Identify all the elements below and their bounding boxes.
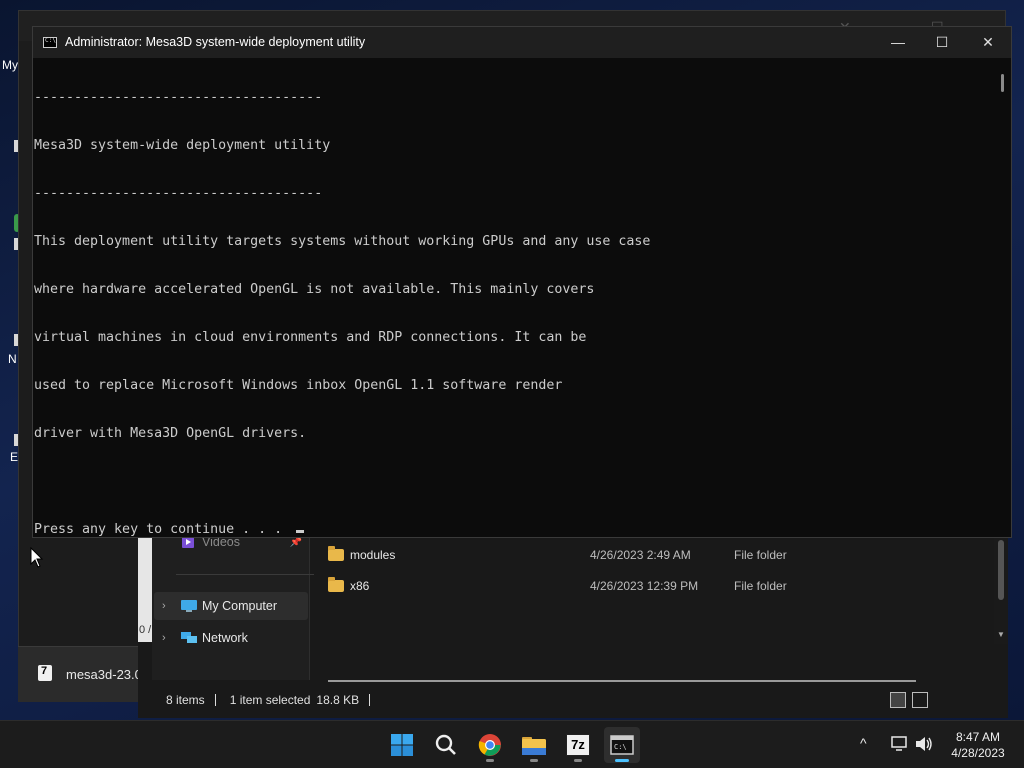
desktop-icon-label-fragment[interactable]: N: [8, 352, 17, 366]
clock-time: 8:47 AM: [955, 730, 1001, 744]
show-hidden-icons-chevron-icon[interactable]: ^: [860, 735, 867, 751]
terminal-icon: C:\: [610, 735, 634, 755]
7zip-label: 7z: [571, 737, 585, 752]
clock[interactable]: 8:47 AM 4/28/2023: [944, 729, 1012, 761]
running-indicator: [530, 759, 538, 762]
7zip-file-icon: [38, 665, 52, 681]
selection-size: 18.8 KB: [316, 693, 360, 707]
large-icons-view-button[interactable]: [912, 692, 928, 708]
file-explorer-taskbar-button[interactable]: [516, 727, 552, 763]
details-view-button[interactable]: [890, 692, 906, 708]
terminal-line: where hardware accelerated OpenGL is not…: [34, 282, 595, 297]
cmd-icon[interactable]: [43, 37, 57, 48]
desktop-icon-label-fragment[interactable]: My: [2, 58, 18, 72]
nav-item-label: Network: [202, 631, 248, 645]
scroll-down-arrow-icon[interactable]: ▼: [997, 630, 1005, 639]
search-icon: [435, 734, 456, 755]
terminal-line: This deployment utility targets systems …: [34, 234, 651, 249]
terminal-line: ------------------------------------: [34, 186, 323, 201]
running-indicator: [486, 759, 494, 762]
terminal-prompt: Press any key to continue . . .: [34, 522, 291, 537]
mouse-pointer-icon: [30, 547, 44, 568]
start-button[interactable]: [384, 727, 420, 763]
vertical-scrollbar[interactable]: ▼: [994, 530, 1008, 644]
console-window[interactable]: Administrator: Mesa3D system-wide deploy…: [32, 26, 1012, 538]
terminal-line: used to replace Microsoft Windows inbox …: [34, 378, 563, 393]
svg-text:C:\: C:\: [614, 743, 627, 751]
minimize-button[interactable]: —: [875, 27, 921, 58]
search-button[interactable]: [428, 727, 464, 763]
terminal-output[interactable]: ------------------------------------ Mes…: [34, 58, 992, 538]
network-icon: [181, 632, 197, 643]
file-date: 4/26/2023 12:39 PM: [590, 579, 699, 593]
explorer-status-bar: 8 items 1 item selected 18.8 KB: [152, 688, 938, 712]
maximize-button[interactable]: ☐: [919, 27, 965, 58]
terminal-line: driver with Mesa3D OpenGL drivers.: [34, 426, 307, 441]
7zip-icon: 7z: [566, 734, 590, 756]
status-divider: [369, 694, 371, 706]
terminal-line: ------------------------------------: [34, 90, 323, 105]
horizontal-scrollbar[interactable]: [328, 680, 916, 682]
file-name: x86: [350, 579, 370, 593]
windows-start-icon: [391, 734, 413, 756]
nav-item-label: My Computer: [202, 599, 278, 613]
window-title: Administrator: Mesa3D system-wide deploy…: [65, 35, 366, 49]
chrome-icon: [478, 734, 501, 756]
file-type: File folder: [734, 579, 787, 593]
active-indicator: [615, 759, 629, 762]
computer-icon: [181, 600, 197, 612]
terminal-line: Mesa3D system-wide deployment utility: [34, 138, 331, 153]
text-cursor: [296, 530, 305, 533]
nav-item-my-computer[interactable]: › My Computer: [154, 592, 308, 620]
network-status-icon[interactable]: [890, 735, 910, 753]
nav-divider: [176, 574, 314, 575]
console-titlebar[interactable]: Administrator: Mesa3D system-wide deploy…: [33, 27, 1011, 58]
desktop-icon-label-fragment[interactable]: E: [10, 450, 18, 464]
terminal-line: virtual machines in cloud environments a…: [34, 330, 587, 345]
close-button[interactable]: ✕: [965, 27, 1011, 58]
details-strip-text: 0 /: [139, 624, 152, 636]
terminal-prompt-line: Press any key to continue . . .: [34, 522, 992, 538]
status-divider: [214, 694, 216, 706]
folder-icon: [522, 737, 546, 755]
chrome-taskbar-button[interactable]: [472, 727, 508, 763]
chevron-right-icon[interactable]: ›: [162, 600, 178, 612]
chevron-right-icon[interactable]: ›: [162, 632, 178, 644]
7zip-taskbar-button[interactable]: 7z: [560, 727, 596, 763]
taskbar: 7z C:\ ^ 8:47 AM 4/28/2023: [0, 720, 1024, 768]
terminal-scrollbar[interactable]: [995, 58, 1011, 536]
clock-date: 4/28/2023: [951, 746, 1005, 760]
item-count: 8 items: [166, 693, 205, 707]
scrollbar-thumb[interactable]: [1001, 74, 1004, 92]
terminal-taskbar-button[interactable]: C:\: [604, 727, 640, 763]
file-row[interactable]: x86 4/26/2023 12:39 PM File folder: [328, 575, 988, 597]
folder-icon: [328, 577, 344, 592]
scrollbar-thumb[interactable]: [998, 540, 1004, 600]
nav-item-network[interactable]: › Network: [154, 624, 308, 652]
selection-count: 1 item selected: [229, 693, 311, 707]
volume-icon[interactable]: [914, 735, 934, 753]
running-indicator: [574, 759, 582, 762]
